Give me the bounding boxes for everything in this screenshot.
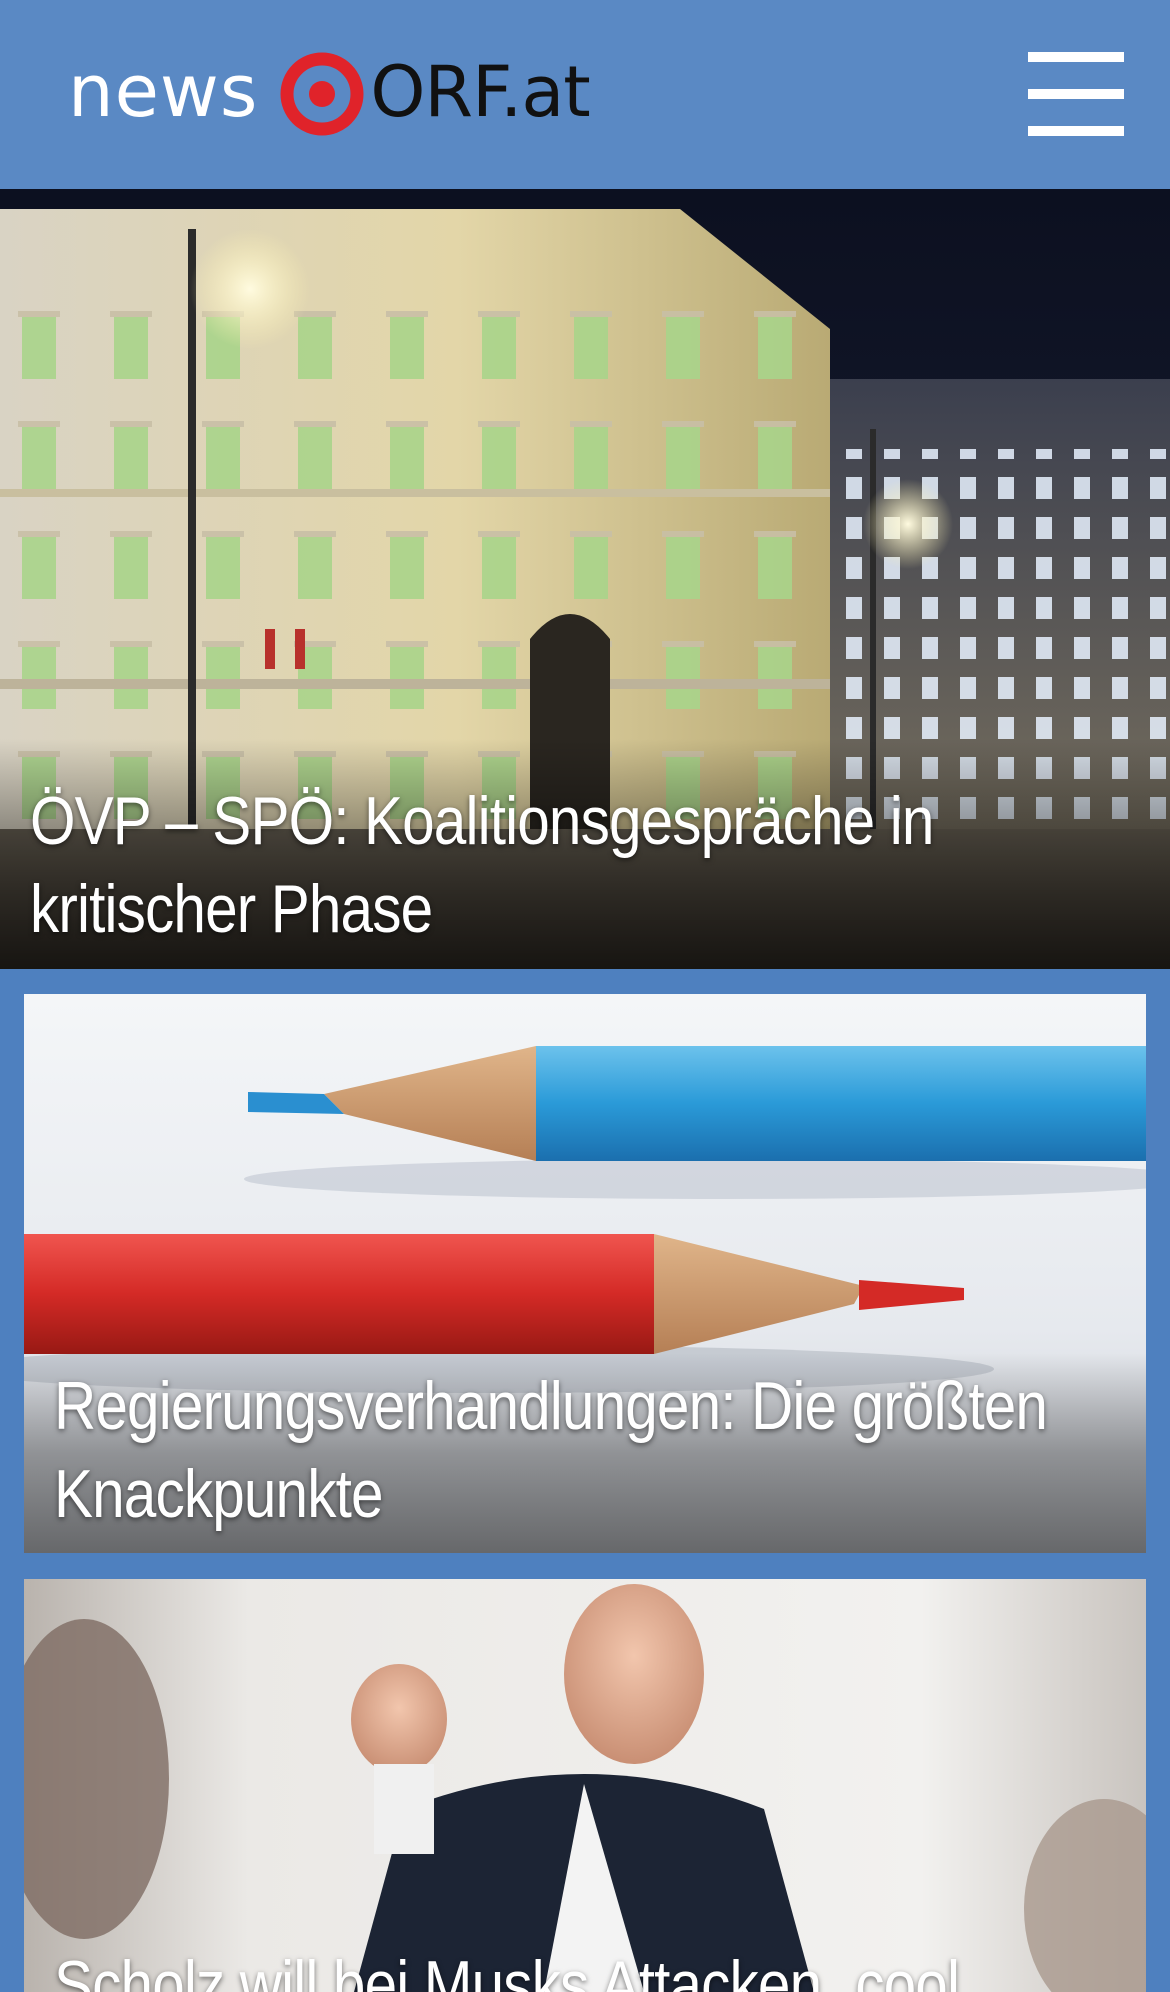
app-header: news ORF.at	[0, 0, 1170, 189]
article-card[interactable]: ÖVP – SPÖ: Koalitionsgespräche in kritis…	[0, 189, 1170, 969]
news-orf-logo[interactable]: news ORF.at	[68, 46, 591, 142]
article-headline[interactable]: Scholz will bei Musks Attacken „cool	[54, 1941, 1146, 1992]
logo-orf-text: ORF.at	[370, 51, 590, 133]
article-card[interactable]: Scholz will bei Musks Attacken „cool	[24, 1579, 1146, 1992]
hamburger-menu-icon[interactable]	[1028, 52, 1124, 136]
article-headline[interactable]: ÖVP – SPÖ: Koalitionsgespräche in kritis…	[30, 777, 1148, 953]
article-image-scholz	[24, 1579, 1146, 1992]
article-headline[interactable]: Regierungsverhandlungen: Die größten Kna…	[54, 1362, 1146, 1538]
logo-news-text: news	[68, 49, 259, 133]
article-card[interactable]: Regierungsverhandlungen: Die größten Kna…	[24, 994, 1146, 1553]
orf-eye-logo-icon	[280, 52, 364, 136]
